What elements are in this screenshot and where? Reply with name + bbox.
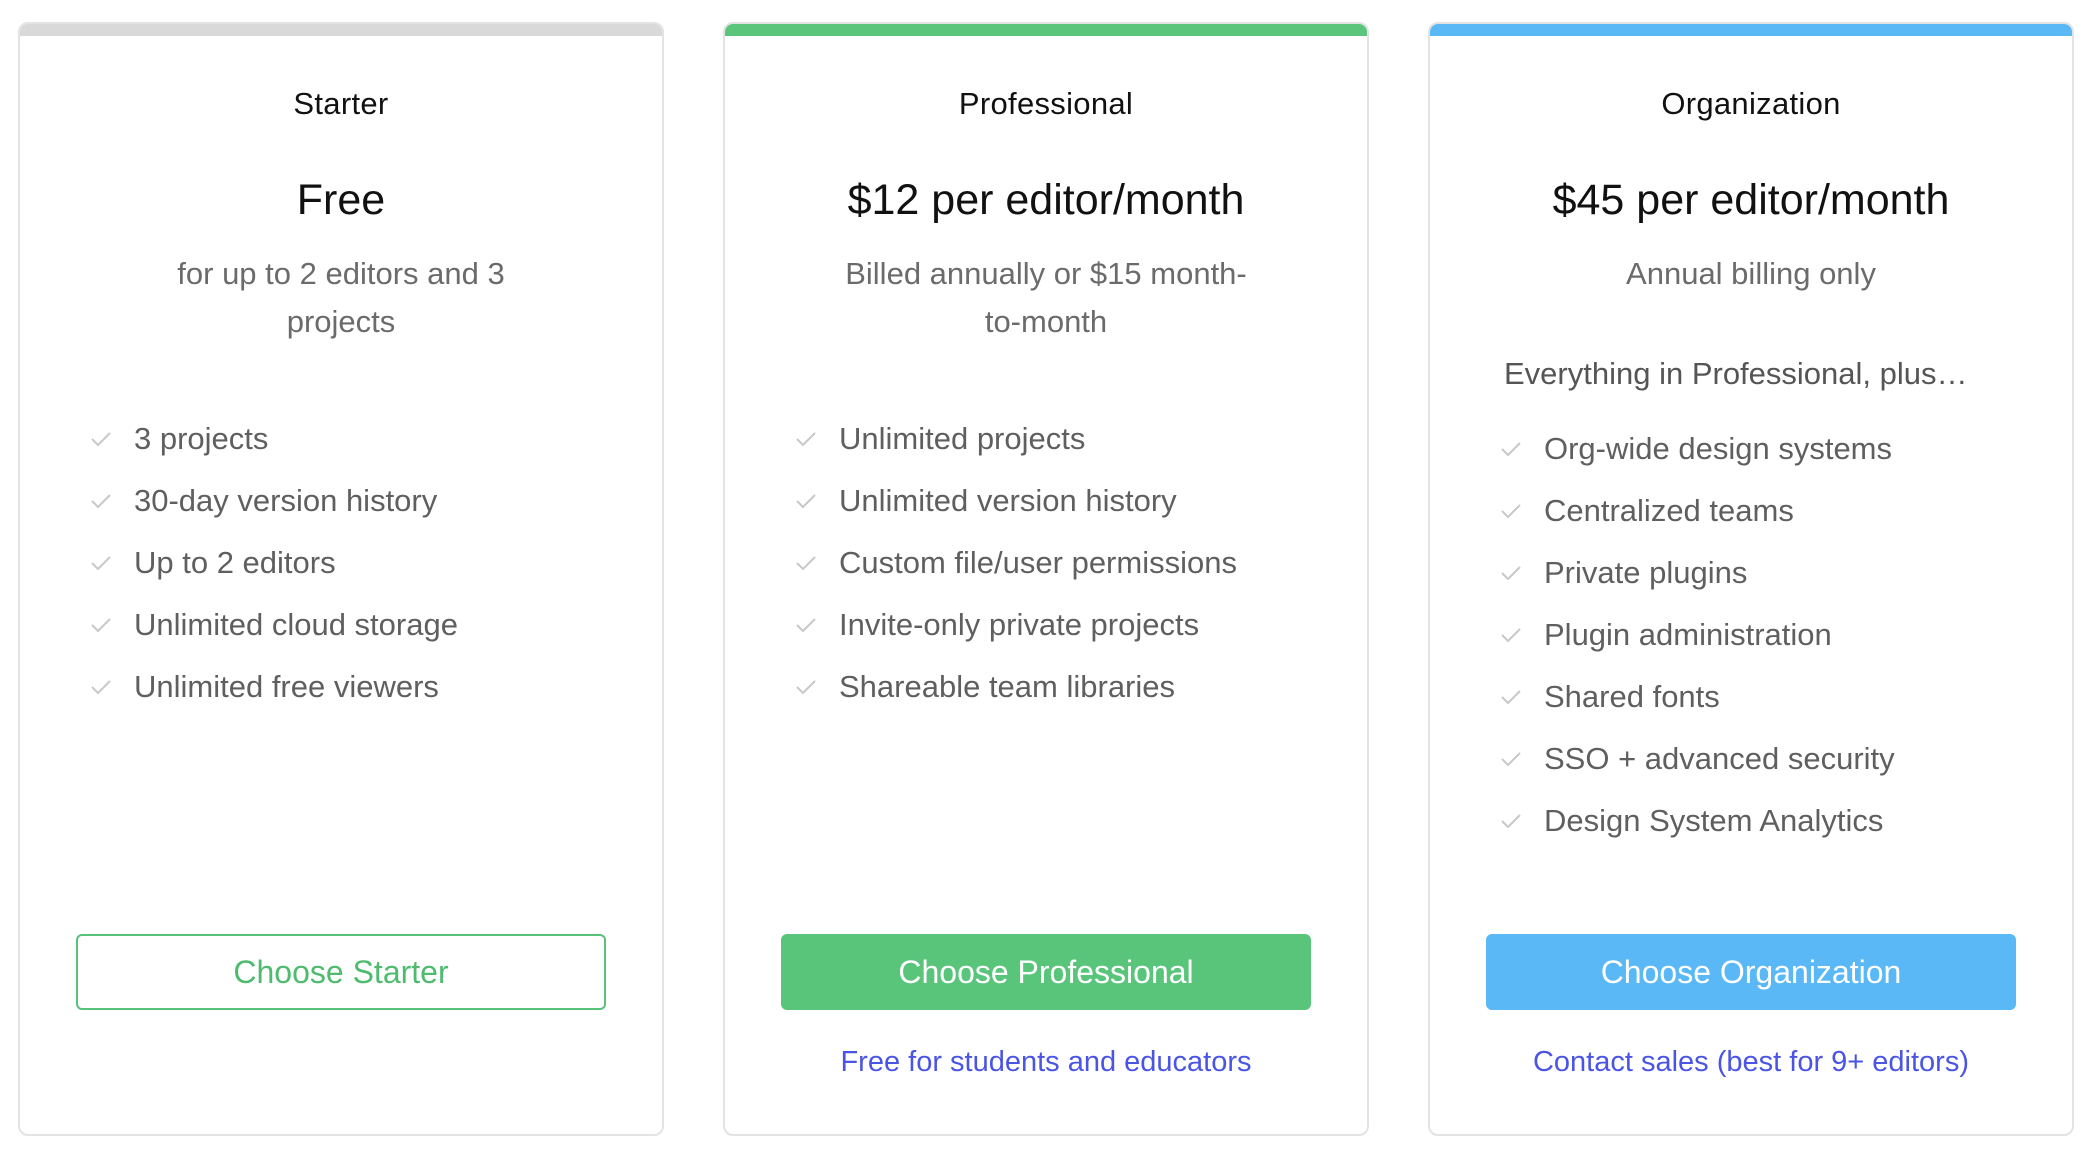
feature-item: 30-day version history [90, 470, 458, 532]
feature-label: Private plugins [1544, 555, 1748, 590]
check-icon [90, 679, 134, 695]
plan-intro: Everything in Professional, plus… [1504, 356, 1968, 391]
feature-label: Up to 2 editors [134, 545, 336, 580]
feature-item: Unlimited free viewers [90, 656, 458, 718]
feature-label: 30-day version history [134, 483, 438, 518]
plan-subtitle: Annual billing only [1626, 256, 1876, 291]
plan-accent-bar [725, 24, 1367, 36]
feature-label: Shared fonts [1544, 679, 1720, 714]
feature-label: Design System Analytics [1544, 803, 1884, 838]
students-educators-link[interactable]: Free for students and educators [725, 1046, 1367, 1079]
feature-list: Unlimited projects Unlimited version his… [795, 408, 1237, 718]
check-icon [1500, 565, 1544, 581]
check-icon [1500, 751, 1544, 767]
plan-card-professional: Professional $12 per editor/month Billed… [723, 22, 1369, 1136]
feature-item: Centralized teams [1500, 480, 1895, 542]
feature-list: 3 projects 30-day version history Up to … [90, 408, 458, 718]
plan-card-organization: Organization $45 per editor/month Annual… [1428, 22, 2074, 1136]
feature-label: 3 projects [134, 421, 269, 456]
feature-item: Unlimited projects [795, 408, 1237, 470]
check-icon [1500, 503, 1544, 519]
check-icon [795, 617, 839, 633]
choose-professional-button[interactable]: Choose Professional [781, 934, 1311, 1010]
feature-item: 3 projects [90, 408, 458, 470]
feature-item: Plugin administration [1500, 604, 1895, 666]
plan-price: $12 per editor/month [847, 176, 1245, 224]
feature-label: Custom file/user permissions [839, 545, 1237, 580]
plan-subtitle: for up to 2 editors and 3 projects [177, 256, 505, 339]
feature-item: Unlimited version history [795, 470, 1237, 532]
choose-starter-button[interactable]: Choose Starter [76, 934, 606, 1010]
feature-item: Up to 2 editors [90, 532, 458, 594]
feature-label: Invite-only private projects [839, 607, 1200, 642]
check-icon [795, 493, 839, 509]
plan-tier-name: Organization [1661, 86, 1841, 121]
plan-card-starter: Starter Free for up to 2 editors and 3 p… [18, 22, 664, 1136]
pricing-plans: Starter Free for up to 2 editors and 3 p… [18, 22, 2074, 1138]
plan-accent-bar [1430, 24, 2072, 36]
feature-item: Custom file/user permissions [795, 532, 1237, 594]
check-icon [90, 431, 134, 447]
check-icon [795, 555, 839, 571]
feature-item: Design System Analytics [1500, 790, 1895, 852]
feature-item: Org-wide design systems [1500, 418, 1895, 480]
check-icon [90, 493, 134, 509]
feature-item: Unlimited cloud storage [90, 594, 458, 656]
feature-label: Plugin administration [1544, 617, 1832, 652]
feature-label: Shareable team libraries [839, 669, 1176, 704]
check-icon [1500, 441, 1544, 457]
feature-label: Centralized teams [1544, 493, 1794, 528]
feature-item: Shareable team libraries [795, 656, 1237, 718]
plan-subtitle: Billed annually or $15 month-to-month [845, 256, 1247, 339]
feature-list: Org-wide design systems Centralized team… [1500, 418, 1895, 852]
feature-label: SSO + advanced security [1544, 741, 1895, 776]
plan-accent-bar [20, 24, 662, 36]
contact-sales-link[interactable]: Contact sales (best for 9+ editors) [1430, 1046, 2072, 1079]
plan-price: $45 per editor/month [1552, 176, 1950, 224]
check-icon [795, 679, 839, 695]
feature-item: Shared fonts [1500, 666, 1895, 728]
feature-item: Invite-only private projects [795, 594, 1237, 656]
feature-item: Private plugins [1500, 542, 1895, 604]
feature-label: Unlimited projects [839, 421, 1086, 456]
check-icon [1500, 813, 1544, 829]
check-icon [90, 555, 134, 571]
check-icon [1500, 627, 1544, 643]
plan-tier-name: Professional [958, 86, 1134, 121]
feature-label: Unlimited version history [839, 483, 1177, 518]
check-icon [90, 617, 134, 633]
feature-item: SSO + advanced security [1500, 728, 1895, 790]
check-icon [795, 431, 839, 447]
feature-label: Org-wide design systems [1544, 431, 1893, 466]
feature-label: Unlimited cloud storage [134, 607, 458, 642]
check-icon [1500, 689, 1544, 705]
plan-tier-name: Starter [293, 86, 389, 121]
choose-organization-button[interactable]: Choose Organization [1486, 934, 2016, 1010]
feature-label: Unlimited free viewers [134, 669, 439, 704]
plan-price: Free [296, 176, 386, 224]
